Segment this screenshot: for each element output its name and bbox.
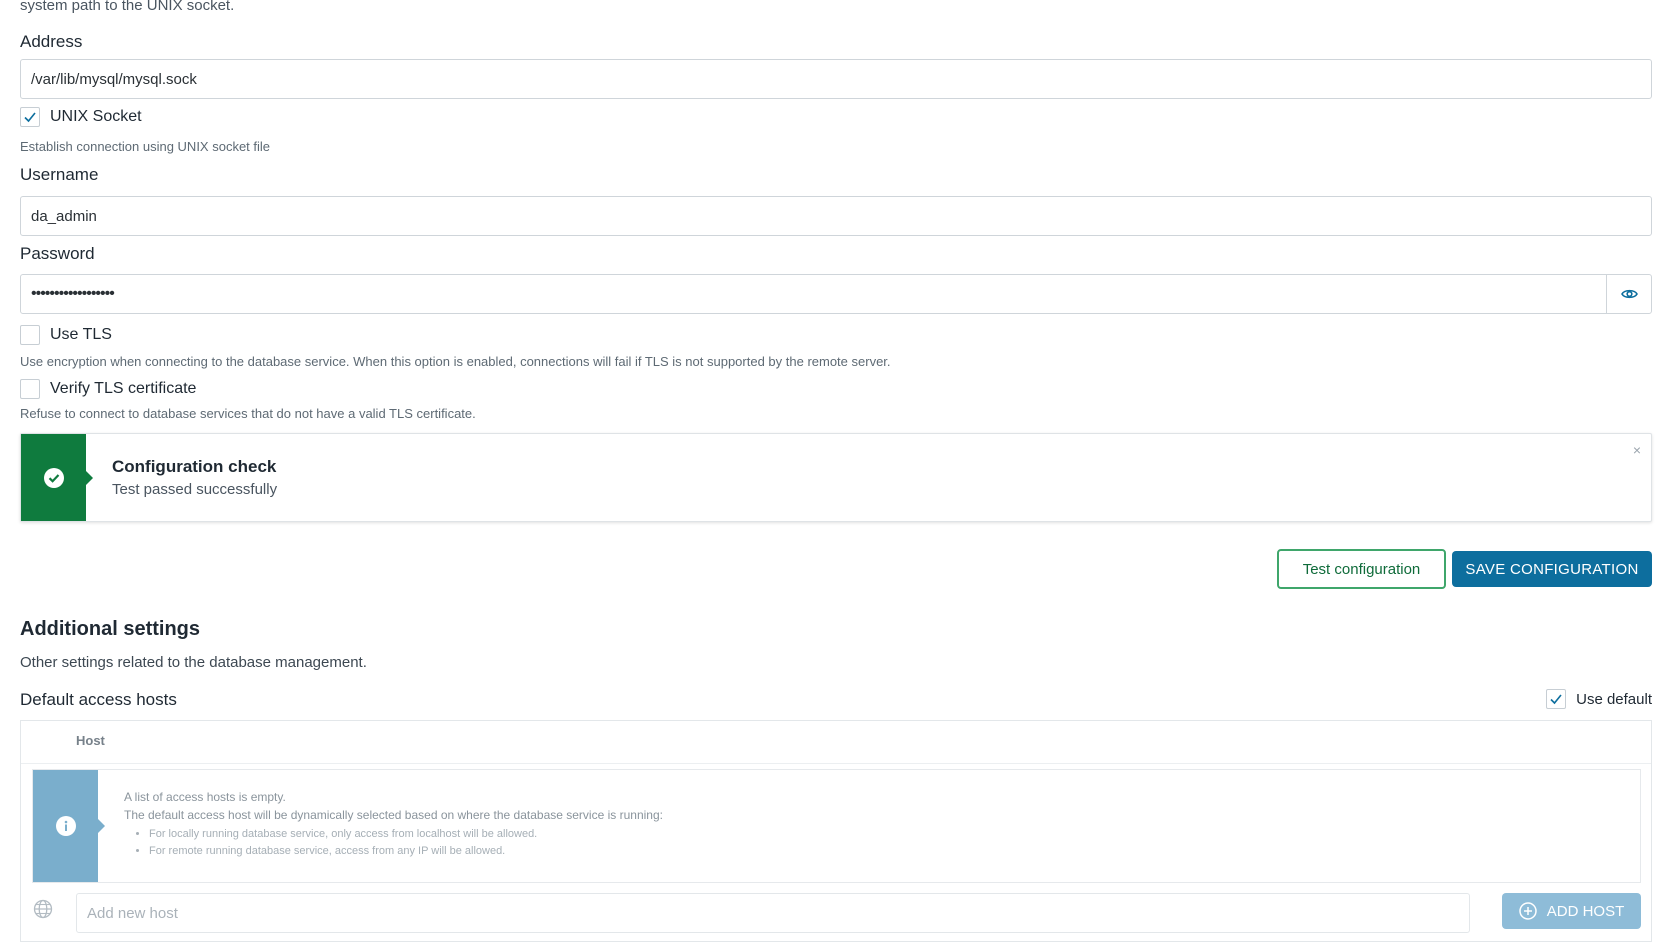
notice-status-bar (21, 434, 93, 521)
check-circle-icon (43, 467, 64, 488)
use-tls-checkbox[interactable] (20, 325, 40, 345)
table-header-divider (21, 763, 1651, 764)
add-host-placeholder: Add new host (87, 904, 178, 922)
use-default-checkbox[interactable] (1546, 689, 1567, 709)
add-host-button-label: ADD HOST (1546, 902, 1625, 920)
default-access-hosts-label: Default access hosts (20, 690, 177, 709)
plus-circle-icon (1518, 902, 1537, 920)
use-default-label: Use default (1576, 690, 1652, 708)
show-password-button[interactable] (1606, 275, 1651, 313)
password-label: Password (20, 244, 95, 263)
notice-title: Configuration check (112, 457, 277, 476)
intro-text: system path to the UNIX socket. (20, 0, 235, 14)
info-list-item: For locally running database service, on… (149, 828, 537, 840)
additional-settings-title: Additional settings (20, 618, 200, 640)
info-list-item: For remote running database service, acc… (149, 845, 537, 857)
access-hosts-table: Host A list of access hosts is empty. Th… (20, 720, 1652, 942)
info-list: For locally running database service, on… (149, 828, 537, 862)
info-icon (55, 816, 76, 836)
eye-icon (1620, 289, 1638, 299)
verify-tls-help: Refuse to connect to database services t… (20, 406, 476, 421)
save-configuration-button[interactable]: SAVE CONFIGURATION (1452, 551, 1652, 587)
address-input[interactable]: /var/lib/mysql/mysql.sock (20, 59, 1652, 99)
username-value: da_admin (31, 207, 97, 225)
notice-text: Test passed successfully (112, 481, 278, 498)
info-empty-text: A list of access hosts is empty. (124, 790, 286, 804)
username-label: Username (20, 165, 99, 184)
username-input[interactable]: da_admin (20, 196, 1652, 236)
use-tls-option[interactable]: Use TLS (20, 324, 112, 346)
close-icon[interactable]: × (1633, 442, 1641, 458)
unix-socket-checkbox[interactable] (20, 107, 40, 127)
use-default-option[interactable]: Use default (1546, 689, 1652, 709)
password-input[interactable]: •••••••••••••••••• (20, 274, 1652, 314)
add-host-row: Add new host ADD HOST (21, 889, 1651, 935)
add-host-button[interactable]: ADD HOST (1502, 893, 1641, 929)
database-settings-page: system path to the UNIX socket. Address … (20, 0, 1652, 942)
password-value: •••••••••••••••••• (31, 285, 115, 302)
unix-socket-label: UNIX Socket (50, 108, 142, 125)
unix-socket-help: Establish connection using UNIX socket f… (20, 139, 271, 154)
column-header-host: Host (76, 733, 105, 748)
additional-settings-description: Other settings related to the database m… (20, 654, 367, 671)
test-configuration-button[interactable]: Test configuration (1277, 549, 1446, 589)
verify-tls-option[interactable]: Verify TLS certificate (20, 378, 196, 400)
empty-hosts-info: A list of access hosts is empty. The def… (32, 769, 1641, 883)
address-value: /var/lib/mysql/mysql.sock (31, 70, 197, 88)
use-tls-label: Use TLS (50, 326, 112, 343)
use-tls-help: Use encryption when connecting to the da… (20, 354, 891, 369)
check-icon (24, 112, 36, 123)
verify-tls-checkbox[interactable] (20, 379, 40, 399)
check-icon (1550, 694, 1562, 705)
verify-tls-label: Verify TLS certificate (50, 380, 197, 397)
add-host-input[interactable]: Add new host (76, 893, 1470, 933)
address-label: Address (20, 32, 83, 51)
globe-icon (33, 899, 53, 919)
configuration-check-notice: Configuration check Test passed successf… (20, 433, 1652, 522)
info-status-bar (33, 770, 105, 882)
info-description: The default access host will be dynamica… (124, 808, 663, 822)
unix-socket-option[interactable]: UNIX Socket (20, 106, 142, 128)
